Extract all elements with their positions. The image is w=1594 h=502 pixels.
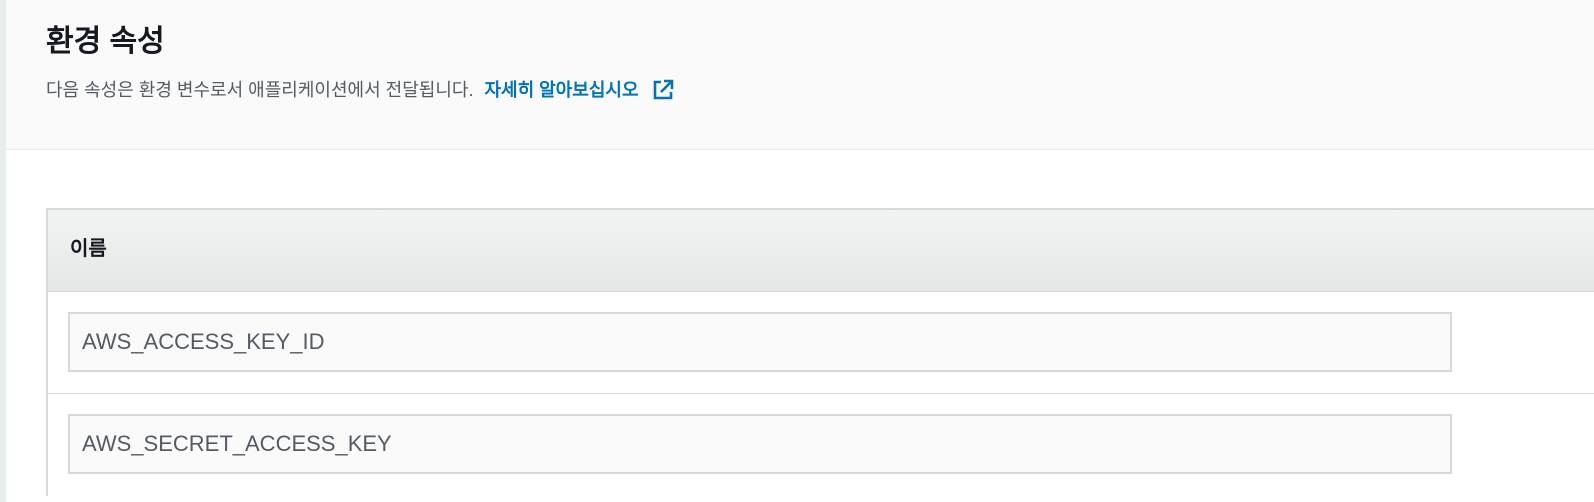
- section-title: 환경 속성: [46, 25, 165, 58]
- learn-more-link[interactable]: 자세히 알아보십시오: [484, 79, 673, 100]
- panel-header: 환경 속성 다음 속성은 환경 변수로서 애플리케이션에서 전달됩니다. 자세히…: [6, 0, 1594, 150]
- environment-properties-panel: 환경 속성 다음 속성은 환경 변수로서 애플리케이션에서 전달됩니다. 자세히…: [0, 0, 1594, 502]
- environment-properties-table: 이름: [46, 208, 1594, 496]
- table-row: [48, 394, 1594, 496]
- property-name-input[interactable]: [68, 312, 1452, 372]
- table-row: [48, 292, 1594, 394]
- property-name-input[interactable]: [68, 414, 1452, 474]
- table-header: 이름: [48, 210, 1594, 292]
- section-description: 다음 속성은 환경 변수로서 애플리케이션에서 전달됩니다. 자세히 알아보십시…: [46, 76, 674, 104]
- column-header-name: 이름: [70, 238, 107, 260]
- learn-more-label: 자세히 알아보십시오: [484, 80, 639, 100]
- external-link-icon: [653, 79, 673, 100]
- description-text: 다음 속성은 환경 변수로서 애플리케이션에서 전달됩니다.: [46, 80, 474, 100]
